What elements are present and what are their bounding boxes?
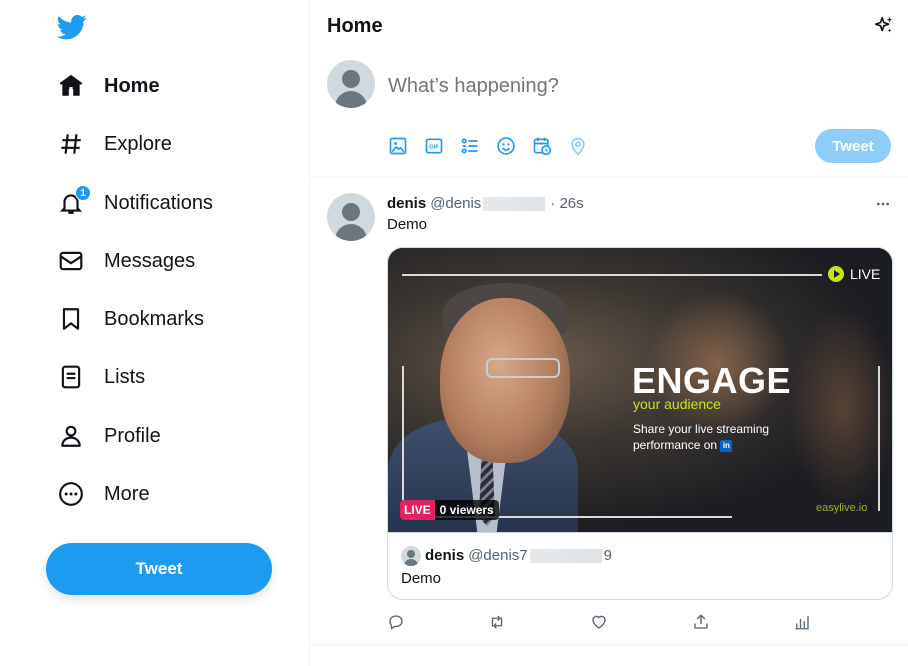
- timeline-header: Home: [310, 0, 908, 53]
- sparkle-icon[interactable]: [873, 15, 895, 37]
- more-options-icon[interactable]: [875, 196, 891, 212]
- reply-icon[interactable]: [387, 613, 405, 631]
- notification-badge: 1: [75, 185, 91, 201]
- author-name[interactable]: denis: [387, 195, 426, 212]
- svg-text:GIF: GIF: [429, 145, 439, 151]
- quoted-tweet-card[interactable]: LIVE ENGAGE your audience Share your liv…: [387, 247, 893, 600]
- bell-icon: 1: [58, 185, 91, 216]
- sidebar-item-label: Bookmarks: [104, 307, 205, 330]
- tweet-composer: GIF Tweet: [310, 53, 908, 177]
- twitter-bird-icon[interactable]: [56, 12, 88, 42]
- main-timeline: Home GIF: [309, 0, 908, 666]
- tweet-actions: [387, 613, 817, 633]
- sidebar-item-lists[interactable]: Lists: [46, 352, 157, 402]
- live-tag: LIVE: [400, 500, 435, 520]
- location-icon[interactable]: [568, 136, 588, 156]
- sidebar-item-more[interactable]: More: [46, 469, 162, 519]
- redacted-block: [483, 197, 546, 212]
- avatar[interactable]: [327, 60, 375, 108]
- share-icon[interactable]: [692, 613, 710, 631]
- live-indicator: LIVE: [828, 266, 880, 282]
- sidebar-item-label: More: [104, 482, 150, 505]
- gif-icon[interactable]: GIF: [424, 136, 444, 156]
- sidebar-item-label: Messages: [104, 249, 196, 272]
- brand-watermark: easylive.io: [816, 502, 868, 514]
- sidebar-item-explore[interactable]: Explore: [46, 119, 184, 169]
- image-icon[interactable]: [388, 136, 408, 156]
- sidebar-item-home[interactable]: Home: [46, 61, 172, 111]
- sidebar-item-label: Profile: [104, 424, 161, 447]
- media-subheadline: your audience: [633, 396, 721, 412]
- tweet-timestamp[interactable]: · 26s: [550, 195, 583, 212]
- tweet-header: denis @denis · 26s: [387, 195, 584, 212]
- media-share-text: Share your live streaming performance on…: [633, 422, 770, 452]
- sidebar-item-label: Home: [104, 74, 160, 97]
- retweet-icon[interactable]: [488, 613, 506, 631]
- emoji-icon[interactable]: [496, 136, 516, 156]
- hashtag-icon: [58, 131, 84, 157]
- avatar: [401, 546, 421, 566]
- viewers-pill: LIVE 0 viewers: [400, 500, 499, 520]
- quoted-text: Demo: [401, 570, 442, 587]
- quoted-tweet-footer[interactable]: denis @denis7 9 Demo: [388, 532, 892, 599]
- linkedin-icon: in: [720, 439, 733, 452]
- redacted-block: [529, 549, 602, 564]
- tweet-button[interactable]: Tweet: [46, 543, 272, 595]
- more-circle-icon: [58, 481, 84, 507]
- page-title: Home: [327, 15, 383, 37]
- home-icon: [58, 73, 84, 99]
- compose-input[interactable]: [388, 75, 788, 98]
- person-icon: [58, 423, 84, 449]
- tweet-article[interactable]: denis @denis · 26s Demo LIVE ENGAGE your…: [310, 177, 908, 645]
- sidebar-item-label: Explore: [104, 132, 172, 155]
- live-video-media[interactable]: LIVE ENGAGE your audience Share your liv…: [388, 248, 892, 532]
- sidebar: Home Explore 1 Notifications Messages Bo…: [0, 0, 310, 666]
- list-icon: [58, 364, 84, 390]
- sidebar-item-label: Lists: [104, 365, 146, 388]
- compose-tweet-button[interactable]: Tweet: [815, 129, 891, 163]
- tweet-text: Demo: [387, 216, 428, 233]
- sidebar-item-notifications[interactable]: 1 Notifications: [46, 178, 225, 228]
- envelope-icon: [58, 248, 84, 274]
- play-icon: [828, 266, 844, 282]
- sidebar-item-messages[interactable]: Messages: [46, 236, 207, 286]
- analytics-icon[interactable]: [793, 613, 811, 631]
- sidebar-item-label: Notifications: [104, 191, 213, 214]
- poll-icon[interactable]: [460, 136, 480, 156]
- sidebar-item-bookmarks[interactable]: Bookmarks: [46, 294, 216, 344]
- schedule-icon[interactable]: [532, 136, 552, 156]
- avatar[interactable]: [327, 193, 375, 241]
- bookmark-icon: [58, 306, 84, 332]
- author-handle[interactable]: @denis: [430, 195, 547, 212]
- sidebar-item-profile[interactable]: Profile: [46, 411, 173, 461]
- like-icon[interactable]: [590, 613, 608, 631]
- quoted-author: denis @denis7 9: [425, 547, 612, 564]
- composer-toolbar: GIF: [388, 136, 588, 156]
- viewer-count: 0 viewers: [439, 503, 494, 517]
